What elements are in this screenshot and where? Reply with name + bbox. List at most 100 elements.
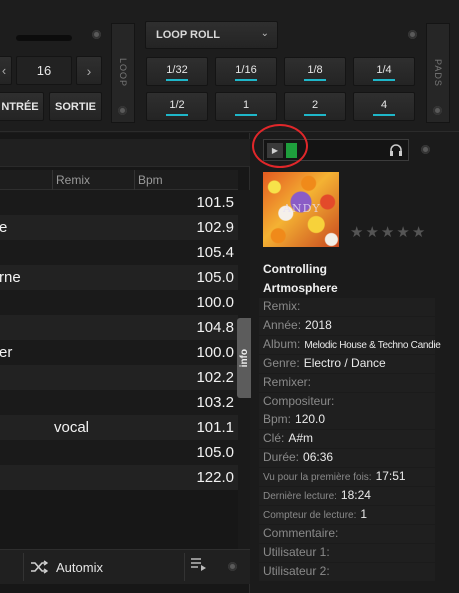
column-header-remix[interactable]: Remix — [56, 173, 90, 187]
loop-next-button[interactable]: › — [76, 56, 102, 85]
table-row[interactable]: 105.0 — [0, 440, 238, 465]
column-separator — [134, 170, 135, 190]
table-row[interactable]: er 100.0 — [0, 340, 238, 365]
pad-indicator — [166, 114, 188, 116]
pads-tab-dot — [433, 106, 442, 115]
cover-text: ANDY — [283, 202, 321, 215]
add-to-queue-button[interactable] — [190, 556, 210, 576]
track-artist: Artmosphere — [263, 281, 338, 295]
info-field-label: Remixer: — [263, 375, 312, 389]
track-bpm: 101.5 — [196, 194, 234, 211]
info-field-value: 06:36 — [303, 450, 334, 464]
info-field[interactable]: Commentaire: — [263, 526, 342, 544]
headphones-icon[interactable] — [389, 143, 403, 157]
info-field[interactable]: Compositeur: — [263, 394, 338, 412]
track-bpm: 103.2 — [196, 394, 234, 411]
table-row[interactable]: 104.8 — [0, 315, 238, 340]
loop-length-display: 16 — [16, 56, 72, 85]
info-field[interactable]: Genre: Electro / Dance — [263, 356, 386, 374]
pad-button[interactable]: 2 — [284, 92, 346, 121]
pad-button[interactable]: 1/32 — [146, 57, 208, 86]
column-separator — [52, 170, 53, 190]
pad-button[interactable]: 1/4 — [353, 57, 415, 86]
info-tab[interactable]: info — [237, 318, 251, 398]
info-field-label: Album: — [263, 337, 301, 351]
star-icon[interactable]: ★ — [365, 223, 378, 241]
info-field-label: Genre: — [263, 356, 300, 370]
pad-button[interactable]: 4 — [353, 92, 415, 121]
info-field-label: Utilisateur 1: — [263, 545, 330, 559]
chevron-down-icon: ⌄ — [260, 28, 269, 39]
pad-indicator — [373, 79, 395, 81]
entree-label: NTRÉE — [1, 100, 39, 113]
star-icon[interactable]: ★ — [381, 223, 394, 241]
pad-button[interactable]: 1 — [215, 92, 277, 121]
info-field[interactable]: Dernière lecture: 18:24 — [263, 488, 371, 506]
info-field[interactable]: Album: Melodic House & Techno Candie — [263, 337, 441, 355]
track-bpm: 100.0 — [196, 294, 234, 311]
browser-toolbar — [0, 139, 250, 167]
loop-slider-track[interactable] — [16, 35, 72, 41]
info-field-value: 1 — [360, 507, 368, 521]
pad-label: 1/16 — [235, 63, 257, 76]
info-field[interactable]: Bpm: 120.0 — [263, 412, 325, 430]
chevron-left-icon: ‹ — [1, 63, 7, 78]
table-row[interactable]: 105.4 — [0, 240, 238, 265]
info-field[interactable]: Clé: A#m — [263, 431, 313, 449]
indicator-dot-2 — [408, 30, 417, 39]
track-bpm: 105.4 — [196, 244, 234, 261]
table-row[interactable]: vocal 101.1 — [0, 415, 238, 440]
pad-indicator — [304, 114, 326, 116]
loop-mode-dropdown[interactable]: LOOP ROLL ⌄ — [145, 21, 278, 49]
info-field[interactable]: Vu pour la première fois: 17:51 — [263, 469, 406, 487]
table-row[interactable]: rne 105.0 — [0, 265, 238, 290]
info-tab-label: info — [238, 348, 250, 368]
info-field-label: Utilisateur 2: — [263, 564, 330, 578]
info-field-label: Année: — [263, 318, 302, 332]
table-row[interactable]: e 102.9 — [0, 215, 238, 240]
info-field[interactable]: Utilisateur 2: — [263, 564, 334, 582]
info-field-label: Durée: — [263, 450, 300, 464]
table-row[interactable]: 101.5 — [0, 190, 238, 215]
rating-stars[interactable]: ★ ★ ★ ★ ★ — [350, 223, 425, 241]
loop-mode-value: LOOP ROLL — [156, 29, 220, 41]
info-field-label: Dernière lecture: — [263, 491, 337, 502]
entree-button[interactable]: NTRÉE — [0, 92, 44, 121]
sortie-button[interactable]: SORTIE — [49, 92, 102, 121]
sortie-label: SORTIE — [55, 100, 96, 113]
star-icon[interactable]: ★ — [396, 223, 409, 241]
pad-label: 2 — [311, 98, 319, 111]
pad-label: 1/4 — [376, 63, 392, 76]
pad-button[interactable]: 1/16 — [215, 57, 277, 86]
automix-button[interactable]: Automix — [30, 553, 180, 581]
info-field[interactable]: Remix: — [263, 299, 304, 317]
track-name: e — [0, 219, 8, 236]
pad-button[interactable]: 1/2 — [146, 92, 208, 121]
track-bpm: 105.0 — [196, 444, 234, 461]
pad-indicator — [304, 79, 326, 81]
info-field[interactable]: Année: 2018 — [263, 318, 332, 336]
table-row[interactable]: 122.0 — [0, 465, 238, 490]
pad-button[interactable]: 1/8 — [284, 57, 346, 86]
loop-prev-button[interactable]: ‹ — [0, 56, 12, 85]
info-field[interactable]: Durée: 06:36 — [263, 450, 333, 468]
table-header: Remix Bpm — [0, 170, 238, 190]
table-row[interactable]: 103.2 — [0, 390, 238, 415]
info-field-label: Bpm: — [263, 412, 292, 426]
table-row[interactable]: 100.0 — [0, 290, 238, 315]
table-row[interactable]: 102.2 — [0, 365, 238, 390]
info-field-value: Melodic House & Techno Candie — [304, 340, 441, 351]
track-bpm: 102.2 — [196, 369, 234, 386]
track-name: er — [0, 344, 13, 361]
column-header-bpm[interactable]: Bpm — [138, 173, 163, 187]
pads-tab-label: PADS — [433, 59, 443, 87]
album-cover: ANDY — [263, 172, 339, 247]
star-icon[interactable]: ★ — [412, 223, 425, 241]
info-field[interactable]: Remixer: — [263, 375, 315, 393]
star-icon[interactable]: ★ — [350, 223, 363, 241]
track-bpm: 100.0 — [196, 344, 234, 361]
loop-length-value: 16 — [36, 63, 52, 78]
info-field[interactable]: Compteur de lecture: 1 — [263, 507, 367, 525]
pad-indicator — [373, 114, 395, 116]
info-field[interactable]: Utilisateur 1: — [263, 545, 334, 563]
